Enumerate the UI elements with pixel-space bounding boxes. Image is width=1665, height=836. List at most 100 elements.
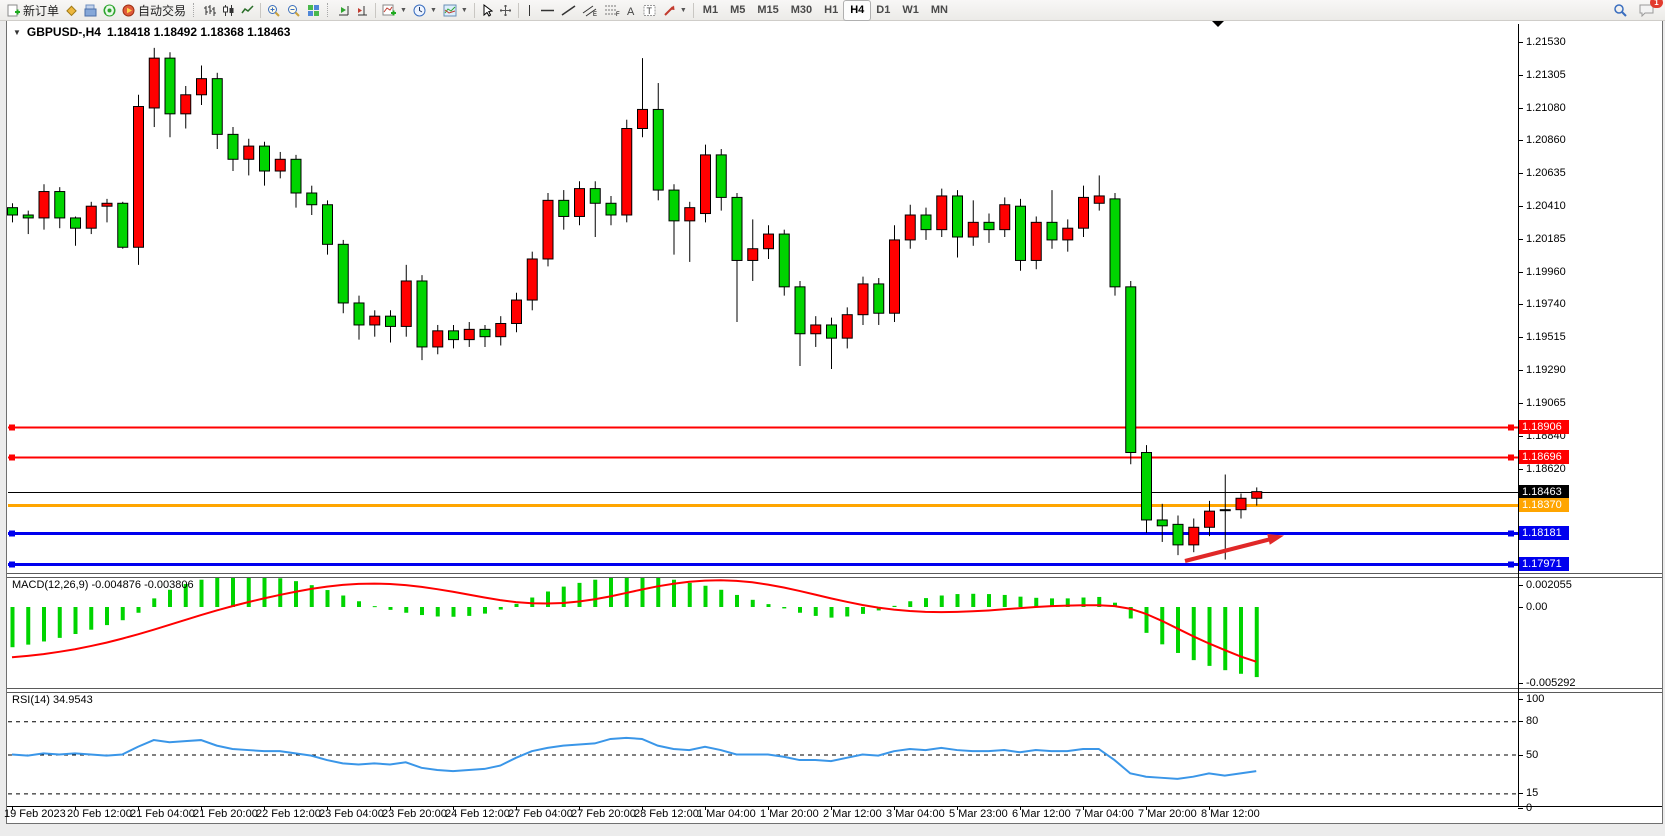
macd-histogram-bar [704,586,708,607]
timeframe-M5[interactable]: M5 [724,1,751,20]
new-order-button[interactable]: 新订单 [4,1,62,20]
mt4-application: { "toolbar": { "new_order_label": "新订单",… [0,0,1665,836]
text-label-button[interactable]: T [640,1,660,20]
dropdown-caret-icon: ▼ [430,7,437,14]
text-icon: A [626,4,637,17]
timeframe-MN[interactable]: MN [925,1,954,20]
signals-button[interactable] [100,1,119,20]
notifications-button[interactable]: 1 [1636,1,1657,20]
macd-histogram-bar [105,607,109,625]
candlestick-chart-button[interactable] [219,1,238,20]
zoom-out-button[interactable] [284,1,304,20]
arrow-object-icon [663,4,676,17]
symbol-dropdown-icon[interactable]: ▼ [13,28,21,37]
candlestick [480,329,490,336]
macd-histogram-bar [609,578,613,607]
tile-windows-button[interactable] [304,1,323,20]
timeframe-H1[interactable]: H1 [818,1,844,20]
chart-canvas[interactable] [0,0,1665,836]
timeframe-W1[interactable]: W1 [896,1,925,20]
macd-histogram-bar [782,607,786,608]
candlestick [1189,527,1199,545]
clock-icon [413,4,426,17]
cursor-button[interactable] [478,1,496,20]
horizontal-line-button[interactable] [537,1,558,20]
line-handle [9,455,15,461]
macd-histogram-bar [1145,607,1149,633]
macd-histogram-bar [168,590,172,607]
candlestick [1016,206,1026,260]
auto-trading-button[interactable]: 自动交易 [119,1,189,20]
publish-button[interactable] [81,1,100,20]
macd-histogram-bar [956,594,960,607]
candlestick [590,189,600,204]
zoom-out-icon [287,4,301,17]
candlestick [165,58,175,114]
auto-scroll-button[interactable] [334,1,353,20]
macd-histogram-bar [341,596,345,607]
chart-window-button[interactable] [62,1,81,20]
macd-histogram-bar [373,606,377,607]
candlestick [433,331,443,347]
candlestick [732,197,742,260]
line-handle [9,562,15,568]
macd-histogram-bar [751,600,755,607]
trendline-button[interactable] [558,1,579,20]
indicators-button[interactable]: ▼ [379,1,410,20]
macd-histogram-bar [1255,607,1259,677]
search-button[interactable] [1610,1,1630,20]
candlestick [905,215,915,240]
timeframe-M30[interactable]: M30 [785,1,818,20]
candlestick [653,109,663,190]
macd-histogram-bar [137,607,141,613]
candlestick [1047,222,1057,240]
timeframe-M1[interactable]: M1 [697,1,724,20]
candlestick [86,206,96,228]
channel-icon: E [582,4,598,17]
macd-histogram-bar [924,598,928,607]
chart-shift-button[interactable] [353,1,372,20]
vertical-line-button[interactable] [522,1,537,20]
candlestick [1220,510,1230,511]
crosshair-button[interactable] [496,1,515,20]
candlestick [1157,520,1167,526]
text-button[interactable]: A [623,1,640,20]
vertical-line-icon [525,4,534,17]
svg-text:A: A [627,6,635,17]
macd-histogram-bar [987,594,991,607]
timeframe-M15[interactable]: M15 [751,1,784,20]
candlestick [937,196,947,230]
macd-histogram-bar [152,598,156,607]
candlestick [323,205,333,245]
bar-chart-button[interactable] [200,1,219,20]
macd-histogram-bar [971,594,975,607]
candlestick [701,155,711,214]
macd-histogram-bar [389,607,393,610]
candlestick [228,134,238,159]
candlestick [55,192,65,218]
templates-button[interactable]: ▼ [440,1,471,20]
macd-histogram-bar [420,607,424,615]
macd-histogram-bar [42,607,46,641]
arrows-button[interactable]: ▼ [660,1,690,20]
dropdown-caret-icon: ▼ [680,7,687,14]
candlestick [921,215,931,230]
publish-icon [84,4,97,17]
candlestick [748,249,758,261]
zoom-in-button[interactable] [264,1,284,20]
fibonacci-button[interactable]: F [601,1,623,20]
auto-scroll-icon [337,4,350,17]
candlestick [559,200,569,216]
macd-histogram-bar [326,590,330,607]
timeframe-D1[interactable]: D1 [870,1,896,20]
line-chart-button[interactable] [238,1,257,20]
periods-button[interactable]: ▼ [410,1,440,20]
chart-title: ▼ GBPUSD-,H4 1.18418 1.18492 1.18368 1.1… [13,25,290,39]
line-handle [1508,455,1514,461]
macd-histogram-bar [74,607,78,634]
macd-histogram-bar [814,607,818,616]
timeframe-H4[interactable]: H4 [844,1,870,20]
macd-histogram-bar [357,601,361,607]
equidistant-channel-button[interactable]: E [579,1,601,20]
candlestick [386,316,396,326]
